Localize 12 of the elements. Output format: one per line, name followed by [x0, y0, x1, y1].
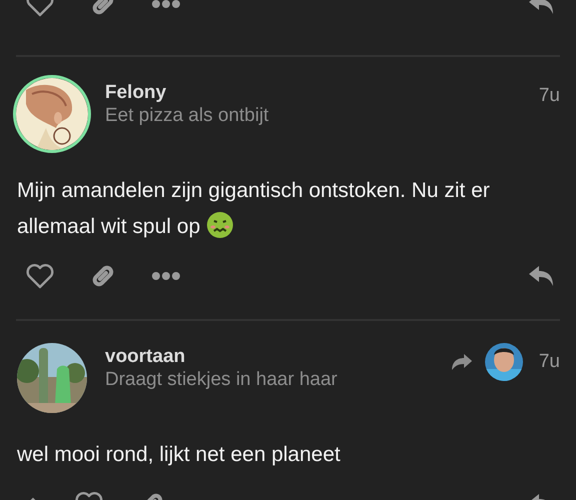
heart-icon[interactable]	[26, 263, 54, 289]
post-text: wel mooi rond, lijkt net een planeet	[17, 443, 340, 466]
post-time: 7u	[538, 351, 560, 373]
more-icon[interactable]	[152, 0, 180, 9]
more-icon[interactable]	[152, 271, 180, 281]
post-time: 7u	[538, 85, 560, 107]
post-text: Mijn amandelen zijn gigantisch ontstoken. Nu zit er allemaal wit spul op	[17, 179, 490, 238]
user-title: Eet pizza als ontbijt	[105, 104, 270, 127]
user-title: Draagt stiekjes in haar haar	[105, 368, 338, 391]
author-name[interactable]: Felony	[105, 81, 525, 104]
author-name[interactable]: voortaan	[105, 345, 437, 368]
reply-icon[interactable]	[528, 264, 556, 288]
